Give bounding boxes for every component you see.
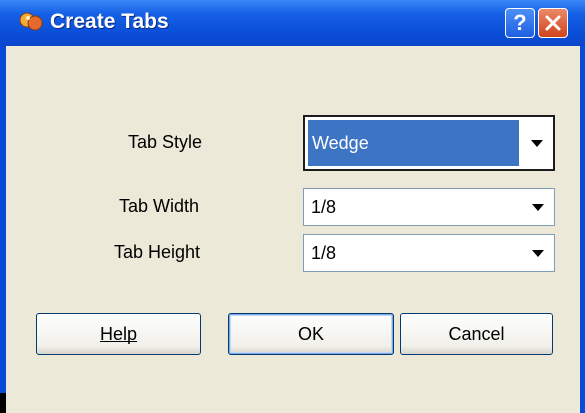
tab-style-value: Wedge (308, 120, 519, 166)
app-icon (19, 12, 43, 31)
tab-height-select[interactable]: 1/8 (303, 234, 555, 272)
title-bar[interactable]: Create Tabs ? (0, 0, 585, 46)
close-icon (545, 15, 561, 31)
tab-height-label: Tab Height (114, 242, 201, 262)
background-window-fragment (0, 393, 6, 413)
help-button[interactable]: Help (36, 313, 201, 355)
ok-button[interactable]: OK (228, 313, 394, 355)
tab-width-select[interactable]: 1/8 (303, 188, 555, 226)
tab-width-label: Tab Width (119, 196, 200, 216)
window-title: Create Tabs (50, 10, 169, 33)
chevron-down-icon[interactable] (524, 191, 552, 223)
cancel-button-label: Cancel (448, 323, 505, 344)
close-button[interactable] (538, 8, 568, 38)
tab-width-value: 1/8 (311, 196, 337, 217)
cancel-button[interactable]: Cancel (400, 313, 553, 355)
ok-button-label: OK (297, 323, 324, 344)
help-title-button[interactable]: ? (505, 8, 535, 38)
help-button-label: Help (99, 323, 138, 344)
tab-style-label: Tab Style (128, 132, 203, 152)
tab-height-value: 1/8 (311, 242, 337, 263)
chevron-down-icon[interactable] (524, 237, 552, 269)
dialog-body: Tab Style Wedge Tab Width 1/8 Tab Height… (6, 46, 580, 413)
create-tabs-dialog: Create Tabs ? Tab Style Wedge Tab Width … (0, 0, 585, 413)
question-icon: ? (513, 10, 527, 35)
tab-style-select[interactable]: Wedge (303, 115, 555, 171)
chevron-down-icon[interactable] (523, 119, 551, 167)
